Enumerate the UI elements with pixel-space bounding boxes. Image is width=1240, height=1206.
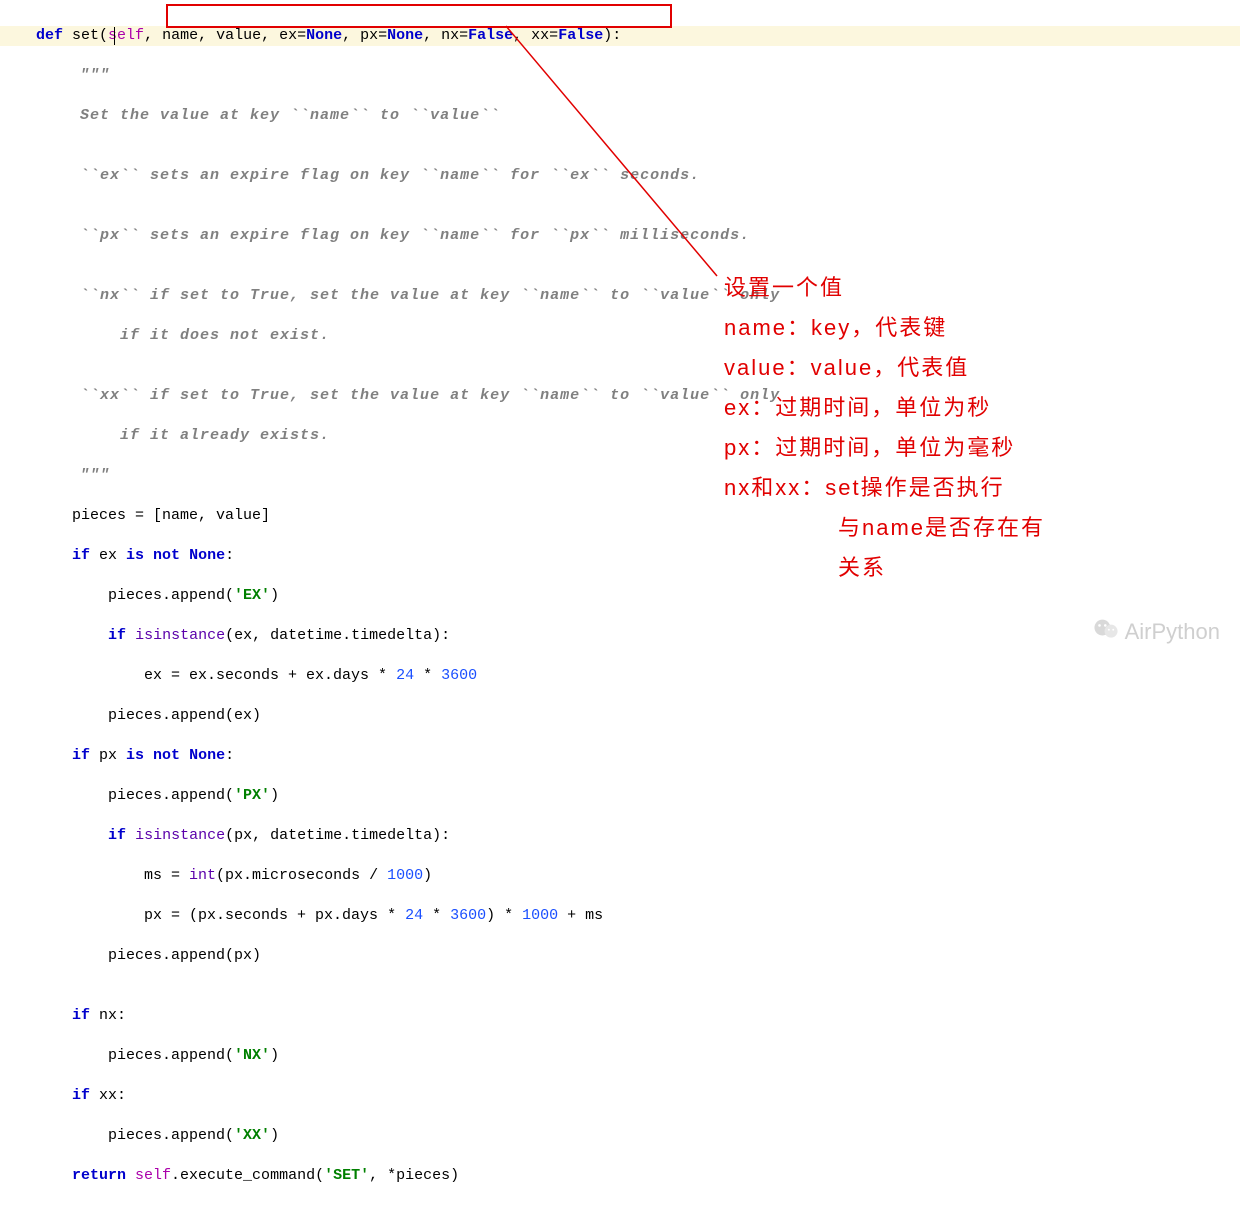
annotation-text: 与name是否存在有 xyxy=(838,508,1045,548)
annotation-text: nx和xx：set操作是否执行 xyxy=(724,468,1005,508)
code-line: if isinstance(px, datetime.timedelta): xyxy=(0,826,1240,846)
code-editor: def set(self, name, value, ex=None, px=N… xyxy=(0,0,1240,1206)
code-line: pieces = [name, value] xyxy=(0,506,1240,526)
code-line: pieces.append(ex) xyxy=(0,706,1240,726)
annotation-text: 关系 xyxy=(838,548,886,588)
code-line: return self.execute_command('SET', *piec… xyxy=(0,1166,1240,1186)
annotation-box-params xyxy=(166,4,672,28)
code-line: if xx: xyxy=(0,1086,1240,1106)
code-line: pieces.append('XX') xyxy=(0,1126,1240,1146)
code-line: if isinstance(ex, datetime.timedelta): xyxy=(0,626,1240,646)
annotation-text: ex：过期时间，单位为秒 xyxy=(724,388,991,428)
code-line: if it does not exist. xyxy=(0,326,1240,346)
watermark-text: AirPython xyxy=(1125,619,1220,645)
code-line: pieces.append('NX') xyxy=(0,1046,1240,1066)
code-line: ``xx`` if set to True, set the value at … xyxy=(0,386,1240,406)
code-line: ms = int(px.microseconds / 1000) xyxy=(0,866,1240,886)
code-line: """ xyxy=(0,66,1240,86)
code-line: pieces.append('PX') xyxy=(0,786,1240,806)
annotation-text: px：过期时间，单位为毫秒 xyxy=(724,428,1015,468)
code-line: ``px`` sets an expire flag on key ``name… xyxy=(0,226,1240,246)
annotation-text: 设置一个值 xyxy=(724,268,844,308)
code-line: pieces.append(px) xyxy=(0,946,1240,966)
code-line-def: def set(self, name, value, ex=None, px=N… xyxy=(0,26,1240,46)
annotation-text: value：value，代表值 xyxy=(724,348,969,388)
wechat-icon xyxy=(1093,617,1119,647)
code-line: ``ex`` sets an expire flag on key ``name… xyxy=(0,166,1240,186)
code-line: ``nx`` if set to True, set the value at … xyxy=(0,286,1240,306)
code-line: if px is not None: xyxy=(0,746,1240,766)
code-line: if it already exists. xyxy=(0,426,1240,446)
code-line: if ex is not None: xyxy=(0,546,1240,566)
annotation-text: name：key，代表键 xyxy=(724,308,947,348)
code-line: ex = ex.seconds + ex.days * 24 * 3600 xyxy=(0,666,1240,686)
code-line: pieces.append('EX') xyxy=(0,586,1240,606)
code-line: Set the value at key ``name`` to ``value… xyxy=(0,106,1240,126)
watermark: AirPython xyxy=(1093,617,1220,647)
text-caret xyxy=(114,27,115,45)
code-line: px = (px.seconds + px.days * 24 * 3600) … xyxy=(0,906,1240,926)
code-line: if nx: xyxy=(0,1006,1240,1026)
code-line: """ xyxy=(0,466,1240,486)
